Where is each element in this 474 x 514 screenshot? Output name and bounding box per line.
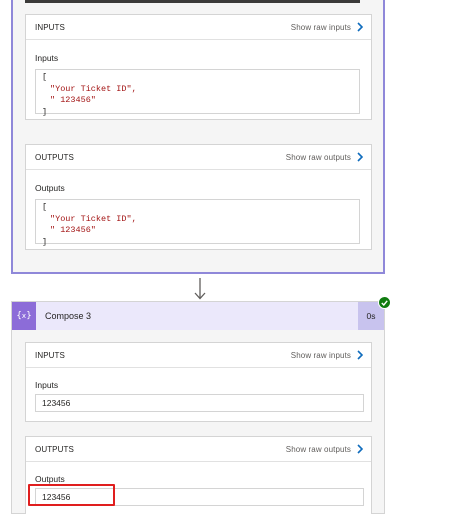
show-raw-outputs-link[interactable]: Show raw outputs — [286, 444, 363, 454]
inputs-section-header: INPUTS Show raw inputs — [26, 15, 371, 40]
inputs-code-box: [ "Your Ticket ID", " 123456" ] — [35, 69, 360, 117]
inputs-value-box: 123456 — [35, 394, 364, 412]
arrow-down-icon — [194, 278, 206, 300]
field-label: Outputs — [35, 183, 65, 193]
inputs-section-header: INPUTS Show raw inputs — [26, 343, 371, 368]
link-label: Show raw outputs — [285, 152, 351, 162]
compose-3-header[interactable]: {x} Compose 3 0s — [12, 302, 384, 330]
inputs-section: INPUTS Show raw inputs Inputs [ "Your Ti… — [25, 14, 372, 120]
code-line: "Your Ticket ID", — [50, 213, 137, 224]
outputs-section-header: OUTPUTS Show raw outputs — [26, 437, 371, 462]
outputs-section-header: OUTPUTS Show raw outputs — [26, 145, 371, 170]
code-line: " 123456" — [50, 225, 96, 235]
show-raw-outputs-link[interactable]: Show raw outputs — [286, 152, 363, 162]
section-title: OUTPUTS — [35, 152, 74, 162]
link-label: Show raw inputs — [290, 22, 351, 32]
section-title: INPUTS — [35, 22, 65, 32]
chevron-right-icon — [357, 444, 363, 454]
show-raw-inputs-link[interactable]: Show raw inputs — [291, 350, 363, 360]
code-line: " 123456" — [50, 95, 96, 105]
outputs-section: OUTPUTS Show raw outputs Outputs [ "Your… — [25, 144, 372, 250]
highlight-annotation — [28, 484, 115, 506]
chevron-right-icon — [357, 152, 363, 162]
link-label: Show raw inputs — [290, 350, 351, 360]
code-line: ] — [42, 236, 48, 247]
compose-icon: {x} — [12, 302, 36, 330]
field-label: Inputs — [35, 53, 59, 63]
link-label: Show raw outputs — [285, 444, 351, 454]
chevron-right-icon — [357, 22, 363, 32]
action-title: Compose 3 — [45, 311, 92, 321]
code-line: [ — [42, 72, 48, 82]
code-line: ] — [42, 106, 48, 117]
success-check-icon — [378, 296, 391, 309]
code-line: [ — [42, 202, 48, 212]
show-raw-inputs-link[interactable]: Show raw inputs — [291, 22, 363, 32]
field-label: Inputs — [35, 380, 59, 390]
section-title: OUTPUTS — [35, 444, 74, 454]
outputs-code-box: [ "Your Ticket ID", " 123456" ] — [35, 199, 360, 247]
section-title: INPUTS — [35, 350, 65, 360]
field-label: Outputs — [35, 474, 65, 484]
chevron-right-icon — [357, 350, 363, 360]
code-line: "Your Ticket ID", — [50, 83, 137, 94]
compose-inputs-section: INPUTS Show raw inputs Inputs 123456 — [25, 342, 372, 422]
previous-action-header-bar — [25, 0, 360, 3]
